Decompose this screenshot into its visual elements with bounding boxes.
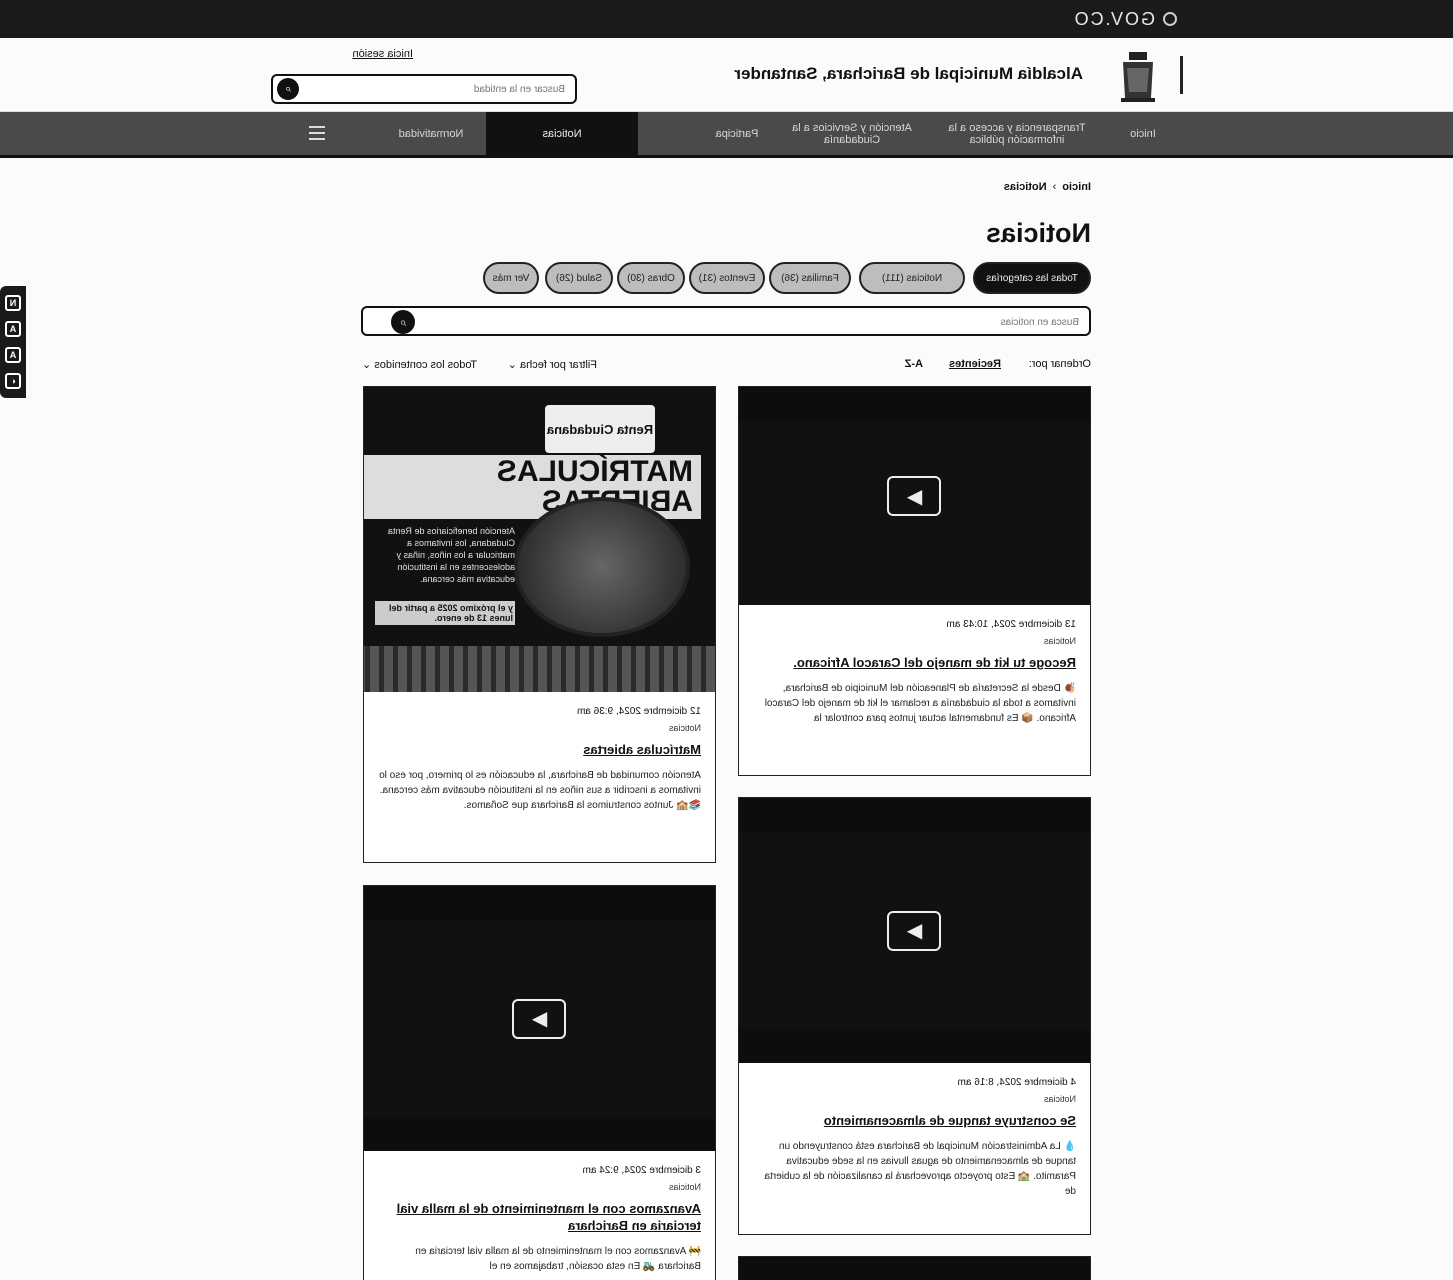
card-excerpt: Atención comunidad de Barichara, la educ… [379,770,701,811]
play-icon[interactable]: ▶ [512,998,567,1039]
content-filter-dropdown[interactable]: Todos los contenidos ⌄ [362,358,477,371]
nav-item-participa[interactable]: Participa [697,112,777,155]
nav-item-inicio[interactable]: Inicio [1103,112,1183,155]
content-filter-label: Todos los contenidos [374,359,477,371]
play-icon[interactable]: ▶ [887,476,942,516]
video-thumbnail[interactable]: ▶ [739,387,1090,605]
news-search-input[interactable] [439,313,1079,331]
nav-item-transparencia[interactable]: Transparencia y acceso a la información … [947,112,1087,155]
video-letterbox [739,387,1090,421]
chevron-down-icon: ⌄ [507,359,517,371]
card-title[interactable]: Recoge tu kit de manejo del Caracol Afri… [753,654,1076,671]
chevron-down-icon: ⌄ [361,359,372,371]
card-title[interactable]: Avanzamos con el mantenimiento de la mal… [378,1200,701,1234]
poster-image[interactable]: Renta Ciudadana MATRÍCULAS ABIERTAS Aten… [364,387,715,692]
card-excerpt: 💧 La Administración Municipal de Baricha… [764,1141,1076,1197]
page-title: Noticias [985,218,1091,248]
card-date: 13 diciembre 2024, 10:43 am [946,619,1076,630]
card-category: Noticias [668,723,701,733]
breadcrumb-home[interactable]: Inicio [1062,181,1091,193]
video-letterbox [364,1117,715,1151]
accessibility-toolbar: N A A ◐ [0,286,26,398]
poster-photo [514,497,690,637]
news-card[interactable] [738,1256,1091,1280]
gov-logo-icon [1163,12,1177,26]
category-chip-familias[interactable]: Familias (36) [769,262,851,294]
card-category: Noticias [1043,636,1076,646]
card-category: Noticias [668,1182,701,1192]
main-nav: Inicio Transparencia y acceso a la infor… [0,112,1453,158]
site-search: ⌕ [271,74,577,104]
news-search: ⌕ [361,306,1091,336]
text-decrease-icon[interactable]: A [5,321,21,337]
gov-bar: GOV.CO [0,0,1453,38]
site-search-input[interactable] [325,80,565,98]
video-letterbox [739,798,1090,832]
video-thumbnail[interactable]: ▶ [364,886,715,1151]
news-search-icon[interactable]: ⌕ [391,310,415,334]
news-card[interactable]: ▶ 13 diciembre 2024, 10:43 am Noticias R… [738,386,1091,776]
news-card[interactable]: ▶ 4 diciembre 2024, 8:16 am Noticias Se … [738,797,1091,1235]
site-header: Alcaldía Municipal de Barichara, Santand… [0,38,1453,112]
date-filter-label: Filtrar por fecha [519,359,597,371]
card-excerpt: 🐌 Desde la Secretaría de Planeación del … [764,683,1076,724]
header-divider [1180,56,1183,94]
category-filter: Todas las categorías Noticias (111) Fami… [361,262,1091,294]
video-letterbox [739,1029,1090,1063]
card-date: 4 diciembre 2024, 8:16 am [957,1077,1076,1088]
gov-label[interactable]: GOV.CO [1073,9,1155,30]
contrast-icon[interactable]: ◐ [5,373,21,389]
sort-option-az[interactable]: A-Z [905,358,923,370]
sort-label: Ordenar por: [1028,358,1091,370]
video-thumbnail[interactable]: ▶ [739,798,1090,1063]
breadcrumb: Inicio › Noticias [1004,181,1091,193]
nav-item-noticias[interactable]: Noticias [486,112,638,155]
date-filter-dropdown[interactable]: Filtrar por fecha ⌄ [508,358,597,371]
nav-item-atencion[interactable]: Atención y Servicios a la Ciudadanía [787,112,917,155]
menu-icon[interactable] [309,126,325,140]
card-category: Noticias [1043,1094,1076,1104]
news-card[interactable]: Renta Ciudadana MATRÍCULAS ABIERTAS Aten… [363,386,716,863]
search-icon[interactable]: ⌕ [277,78,299,100]
card-title[interactable]: Matrículas abiertas [378,741,701,758]
login-link[interactable]: Inicia sesión [352,48,413,60]
category-chip-eventos[interactable]: Eventos (31) [689,262,765,294]
text-size-icon[interactable]: N [5,295,21,311]
category-chip-more[interactable]: Ver más [483,262,539,294]
news-card[interactable]: ▶ 3 diciembre 2024, 9:24 am Noticias Ava… [363,885,716,1280]
org-name[interactable]: Alcaldía Municipal de Barichara, Santand… [734,64,1083,84]
municipal-logo[interactable] [1117,48,1159,104]
poster-pencils [364,646,715,692]
page-root: GOV.CO Alcaldía Municipal de Barichara, … [0,0,1453,1280]
card-date: 12 diciembre 2024, 9:36 am [577,706,701,717]
breadcrumb-current: Noticias [1003,181,1047,193]
poster-text: Atención beneficiarios de Renta Ciudadan… [387,526,515,584]
nav-item-normatividad[interactable]: Normatividad [376,112,486,155]
card-excerpt: 🚧 Avanzamos con el mantenimiento de la m… [415,1246,701,1272]
category-chip-noticias[interactable]: Noticias (111) [859,262,965,294]
poster-brand: Renta Ciudadana [545,405,655,453]
poster-date-text: y el próximo 2025 a partir del lunes 13 … [375,601,515,625]
category-chip-all[interactable]: Todas las categorías [973,262,1091,294]
sort-bar: Ordenar por: Recientes A-Z Filtrar por f… [361,358,1091,374]
video-letterbox [364,886,715,920]
card-date: 3 diciembre 2024, 9:24 am [582,1165,701,1176]
text-increase-icon[interactable]: A [5,347,21,363]
play-icon[interactable]: ▶ [887,910,942,951]
card-title[interactable]: Se construye tanque de almacenamiento [753,1112,1076,1129]
category-chip-obras[interactable]: Obras (30) [617,262,685,294]
video-thumbnail[interactable] [739,1257,1090,1280]
sort-option-recent[interactable]: Recientes [949,358,1001,370]
category-chip-salud[interactable]: Salud (26) [545,262,613,294]
breadcrumb-separator: › [1052,181,1057,193]
